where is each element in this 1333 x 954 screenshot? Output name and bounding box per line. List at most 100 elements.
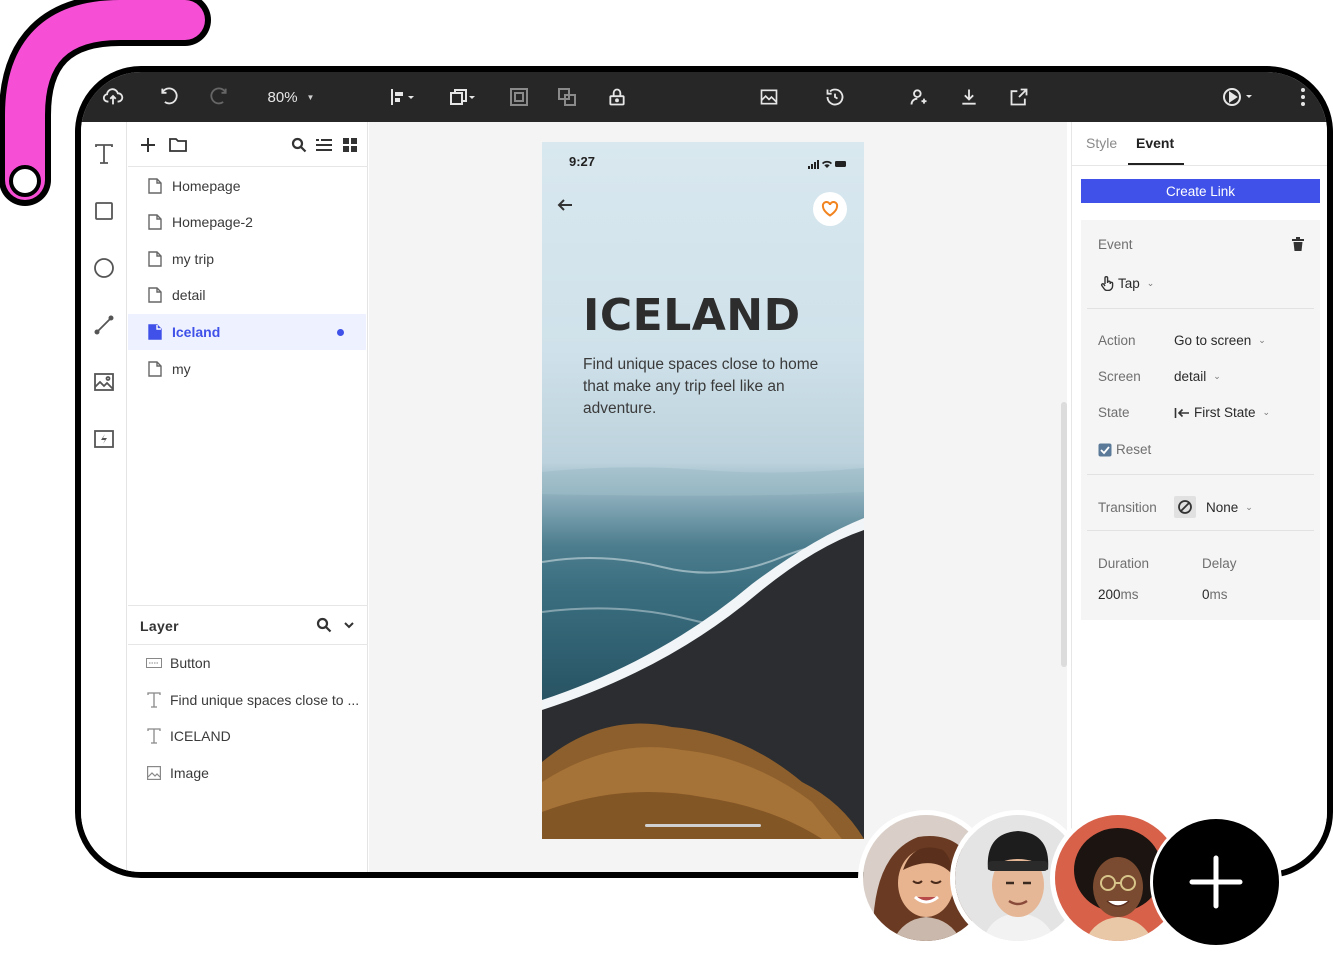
artboard-iceland[interactable]: 9:27 ICELAND Find unique spaces close to… [542,142,864,839]
duration-input[interactable]: 200 ms [1098,587,1139,602]
delay-value: 0 [1202,587,1210,602]
delay-input[interactable]: 0 ms [1202,587,1228,602]
layer-item-label: Image [170,765,209,781]
line-tool-icon[interactable] [92,313,116,337]
page-item-label: detail [172,287,206,303]
ellipse-tool-icon[interactable] [92,256,116,280]
layer-item-iceland-text[interactable]: ICELAND [128,718,366,754]
page-item-label: Homepage [172,178,241,194]
grid-view-icon[interactable] [340,135,360,155]
more-vertical-icon[interactable] [1295,85,1311,109]
back-arrow-icon[interactable] [556,197,574,218]
status-bar-icons [808,156,848,174]
page-icon [148,361,162,377]
divider [1087,474,1314,475]
group-icon[interactable] [507,85,531,109]
undo-icon[interactable] [157,85,181,109]
chevron-down-icon: ⌄ [1262,407,1271,417]
action-value: Go to screen [1174,333,1252,348]
chevron-down-icon[interactable] [342,618,356,637]
chevron-down-icon: ⌄ [1245,501,1253,512]
transition-dropdown[interactable]: None ⌄ [1174,496,1253,518]
page-item-my[interactable]: my [128,351,366,387]
add-page-icon[interactable] [138,135,158,155]
page-item-homepage-2[interactable]: Homepage-2 [128,204,366,240]
trash-icon[interactable] [1292,237,1304,256]
align-icon[interactable] [387,85,417,109]
arrange-icon[interactable] [447,85,477,109]
lock-icon[interactable] [605,85,629,109]
text-icon [146,692,162,708]
reset-checkbox[interactable]: Reset [1098,442,1151,457]
event-trigger-value: Tap [1118,275,1140,291]
search-icon[interactable] [289,135,309,155]
tap-gesture-icon [1101,276,1114,291]
reset-label: Reset [1116,442,1152,457]
state-dropdown[interactable]: First State ⌄ [1174,405,1270,420]
layer-search-icon[interactable] [316,617,332,638]
download-icon[interactable] [957,85,981,109]
add-collaborator-button[interactable] [1150,816,1282,948]
layer-item-button[interactable]: Button [128,645,366,681]
rectangle-tool-icon[interactable] [92,199,116,223]
page-item-detail[interactable]: detail [128,277,366,313]
first-state-icon [1174,407,1189,418]
image-tool-icon[interactable] [92,370,116,394]
pages-toolbar [128,122,368,167]
page-item-label: my [172,361,191,377]
preview-image-icon[interactable] [757,85,781,109]
active-tab-underline [1128,163,1184,165]
create-link-button[interactable]: Create Link [1081,179,1320,203]
tab-event[interactable]: Event [1136,135,1174,151]
page-icon [148,324,162,340]
layer-item-description-text[interactable]: Find unique spaces close to ... [128,682,366,718]
checkbox-checked-icon [1098,443,1112,456]
page-item-homepage[interactable]: Homepage [128,168,366,204]
inspector-tabs: Style Event [1072,122,1327,166]
layer-item-label: ICELAND [170,728,231,744]
page-item-iceland[interactable]: Iceland [128,314,366,350]
landscape-image [542,467,864,839]
chevron-down-icon: ⌄ [1213,371,1221,381]
page-item-label: Homepage-2 [172,214,253,230]
event-trigger-dropdown[interactable]: Tap ⌄ [1100,275,1154,291]
history-icon[interactable] [823,85,847,109]
divider [1087,530,1314,531]
list-view-icon[interactable] [314,135,334,155]
ungroup-icon[interactable] [555,85,579,109]
zoom-dropdown[interactable]: 80% ▼ [261,85,321,109]
page-icon [148,214,162,230]
page-icon [148,251,162,267]
text-tool-icon[interactable] [92,142,116,166]
delay-unit: ms [1209,587,1228,602]
hero-description: Find unique spaces close to home that ma… [583,356,819,417]
redo-icon[interactable] [207,85,231,109]
tab-style[interactable]: Style [1086,135,1117,151]
device-frame: 80% ▼ Homepage Homepage-2 my trip detail… [75,66,1333,878]
folder-icon[interactable] [168,135,188,155]
zoom-label: 80% [267,88,298,106]
image-icon [146,765,162,781]
favorite-button[interactable] [813,192,847,226]
transition-value: None [1206,499,1239,515]
hero-title: ICELAND [583,290,801,341]
upload-cloud-icon[interactable] [101,85,125,109]
event-settings-card: Event Tap ⌄ Action Go to screen ⌄ Screen… [1081,220,1320,620]
user-add-icon[interactable] [907,85,931,109]
layer-item-image[interactable]: Image [128,755,366,791]
state-label: State [1098,405,1130,420]
canvas-scrollbar[interactable] [1061,402,1067,667]
caret-down-icon: ▼ [306,92,315,102]
delay-label: Delay [1202,556,1237,571]
screen-dropdown[interactable]: detail ⌄ [1174,369,1221,384]
no-transition-icon [1174,496,1196,518]
interaction-tool-icon[interactable] [92,427,116,451]
layer-panel-title: Layer [140,618,179,634]
page-item-my-trip[interactable]: my trip [128,241,366,277]
transition-label: Transition [1098,500,1157,515]
page-item-label: Iceland [172,324,221,340]
play-preview-icon[interactable] [1221,85,1257,109]
share-external-icon[interactable] [1007,85,1031,109]
action-dropdown[interactable]: Go to screen ⌄ [1174,333,1266,348]
inspector-panel: Style Event Create Link Event Tap ⌄ Acti… [1071,122,1327,872]
